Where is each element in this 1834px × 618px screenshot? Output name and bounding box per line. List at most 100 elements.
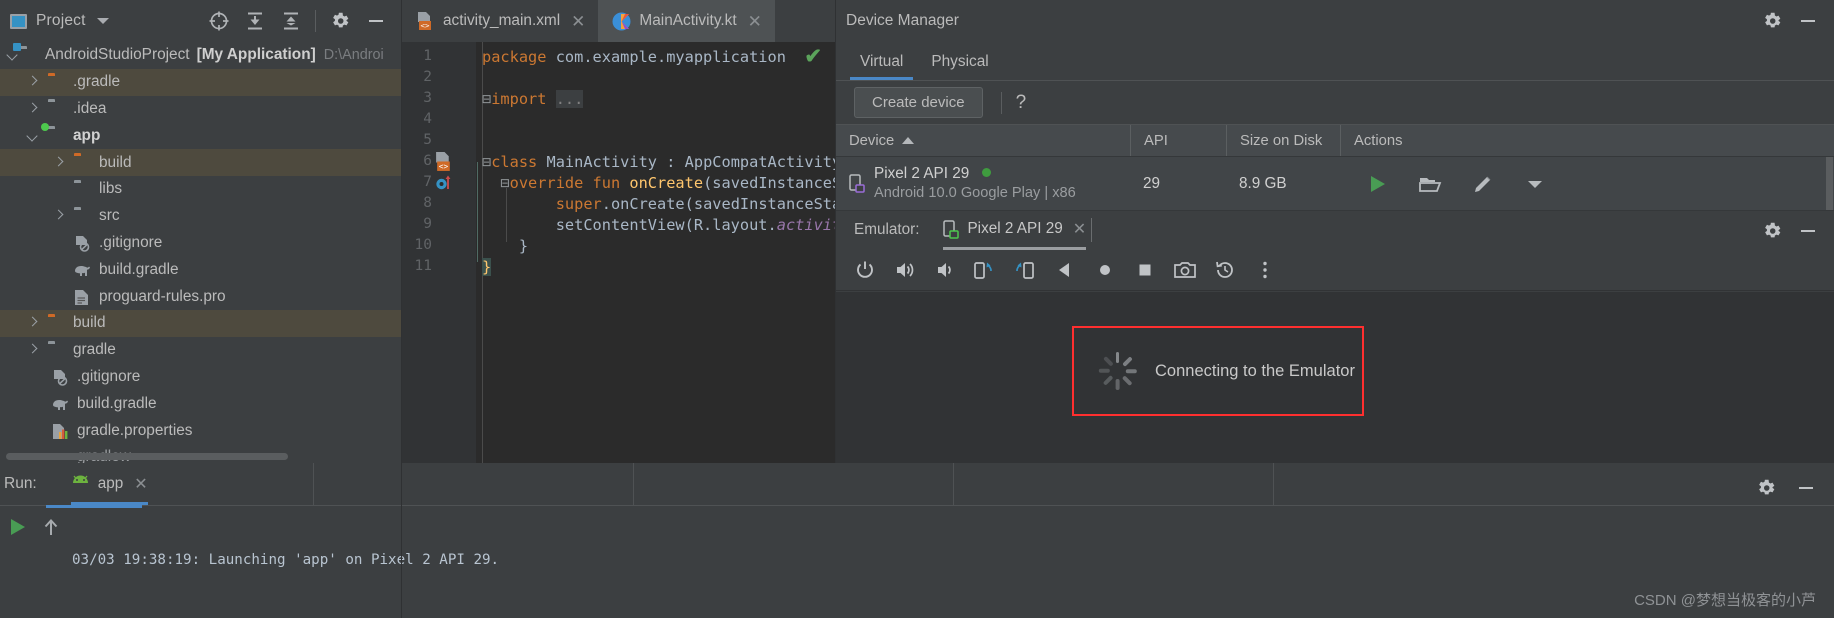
project-tree-hscrollbar[interactable] bbox=[6, 453, 288, 460]
tab-virtual[interactable]: Virtual bbox=[846, 53, 917, 80]
chevron-right-icon[interactable] bbox=[26, 75, 40, 89]
rotate-left-icon[interactable] bbox=[970, 255, 1000, 285]
editor-tab-activity-main-xml[interactable]: <> activity_main.xml ✕ bbox=[402, 0, 598, 42]
rerun-play-icon[interactable] bbox=[6, 516, 28, 543]
settings-gear-icon[interactable] bbox=[322, 3, 358, 39]
dropdown-chevron-icon[interactable] bbox=[1524, 173, 1546, 195]
tree-row-androidstudioproject[interactable]: AndroidStudioProject [My Application] D:… bbox=[0, 42, 402, 69]
project-tree[interactable]: AndroidStudioProject [My Application] D:… bbox=[0, 42, 402, 463]
volume-up-icon[interactable] bbox=[890, 255, 920, 285]
collapse-all-icon[interactable] bbox=[273, 3, 309, 39]
column-header-size-on-disk[interactable]: Size on Disk bbox=[1226, 125, 1340, 156]
svg-text:<>: <> bbox=[421, 21, 430, 30]
tree-row-app-build[interactable]: build bbox=[0, 149, 402, 176]
volume-down-icon[interactable] bbox=[930, 255, 960, 285]
line-number: 1 bbox=[423, 48, 432, 64]
device-table-scrollbar[interactable] bbox=[1826, 157, 1833, 210]
column-header-api[interactable]: API bbox=[1130, 125, 1226, 156]
device-table-row[interactable]: Pixel 2 API 29 Android 10.0 Google Play … bbox=[836, 157, 1834, 210]
minimize-icon[interactable] bbox=[1788, 470, 1824, 506]
rotate-right-icon[interactable] bbox=[1010, 255, 1040, 285]
inspection-status-ok-icon[interactable]: ✔ bbox=[804, 44, 822, 69]
help-icon[interactable]: ? bbox=[1016, 92, 1027, 114]
close-icon[interactable]: ✕ bbox=[571, 13, 585, 30]
override-method-gutter-icon[interactable] bbox=[434, 173, 454, 193]
run-console[interactable]: 03/03 19:38:19: Launching 'app' on Pixel… bbox=[0, 506, 1834, 618]
emulator-display-area[interactable]: Connecting to the Emulator bbox=[836, 292, 1834, 463]
tree-row-app-buildgradle[interactable]: build.gradle bbox=[0, 256, 402, 283]
tree-row-app[interactable]: app bbox=[0, 122, 402, 149]
tree-row-gradle-dot[interactable]: .gradle bbox=[0, 68, 402, 96]
run-tab-app[interactable]: app ✕ bbox=[70, 463, 148, 505]
emulator-label: Emulator: bbox=[854, 221, 920, 238]
column-header-device[interactable]: Device bbox=[836, 125, 1130, 156]
tree-row-gradle-properties[interactable]: gradle.properties bbox=[0, 417, 402, 444]
chevron-right-icon[interactable] bbox=[26, 343, 40, 357]
folder-open-icon[interactable] bbox=[1418, 173, 1442, 195]
tree-row-root-gitignore[interactable]: .gitignore bbox=[0, 364, 402, 391]
tree-row-libs[interactable]: libs bbox=[0, 176, 402, 203]
overview-icon[interactable] bbox=[1130, 255, 1160, 285]
back-icon[interactable] bbox=[1050, 255, 1080, 285]
expand-all-icon[interactable] bbox=[237, 3, 273, 39]
emulator-tab-pixel-2-api-29[interactable]: Pixel 2 API 29 ✕ bbox=[943, 219, 1086, 250]
scroll-up-icon[interactable] bbox=[40, 516, 62, 543]
run-icon[interactable] bbox=[1366, 173, 1388, 195]
sort-ascending-icon bbox=[902, 137, 915, 144]
layout-preview-gutter-icon[interactable]: <> bbox=[434, 152, 454, 172]
minimize-icon[interactable] bbox=[358, 3, 394, 39]
create-device-button[interactable]: Create device bbox=[854, 87, 983, 118]
chevron-right-icon[interactable] bbox=[52, 156, 66, 170]
minimize-icon[interactable] bbox=[1790, 213, 1826, 249]
tree-row-app-gitignore[interactable]: .gitignore bbox=[0, 230, 402, 257]
more-vertical-icon[interactable] bbox=[1250, 255, 1280, 285]
tree-row-src[interactable]: src bbox=[0, 203, 402, 230]
run-tab-label: app bbox=[97, 475, 124, 492]
chevron-right-icon[interactable] bbox=[26, 102, 40, 116]
device-size-cell: 8.9 GB bbox=[1239, 174, 1287, 192]
folder-module-icon bbox=[20, 48, 38, 63]
tree-row-idea[interactable]: .idea bbox=[0, 96, 402, 123]
tree-row-proguard[interactable]: proguard-rules.pro bbox=[0, 283, 402, 310]
device-detail: Android 10.0 Google Play | x86 bbox=[874, 185, 1076, 202]
settings-gear-icon[interactable] bbox=[1754, 3, 1790, 39]
line-number: 8 bbox=[423, 195, 432, 211]
tree-label: .gradle bbox=[73, 73, 121, 91]
close-icon[interactable]: ✕ bbox=[748, 13, 762, 30]
loading-spinner-icon bbox=[1096, 350, 1138, 392]
chevron-down-icon[interactable] bbox=[96, 18, 109, 24]
panel-divider[interactable] bbox=[401, 0, 402, 618]
kotlin-icon bbox=[612, 12, 631, 31]
tree-label-path: D:\Androi bbox=[323, 47, 384, 64]
device-api-cell: 29 bbox=[1143, 174, 1161, 192]
history-icon[interactable] bbox=[1210, 255, 1240, 285]
chevron-right-icon[interactable] bbox=[52, 209, 66, 223]
tree-row-root-build[interactable]: build bbox=[0, 309, 402, 337]
screenshot-icon[interactable] bbox=[1170, 255, 1200, 285]
minimize-icon[interactable] bbox=[1790, 3, 1826, 39]
line-number: 4 bbox=[423, 111, 432, 127]
power-icon[interactable] bbox=[850, 255, 880, 285]
tree-row-root-buildgradle[interactable]: build.gradle bbox=[0, 390, 402, 417]
tree-row-root-gradle[interactable]: gradle bbox=[0, 337, 402, 364]
close-icon[interactable]: ✕ bbox=[1073, 219, 1086, 239]
panel-divider[interactable] bbox=[835, 0, 836, 463]
edit-pencil-icon[interactable] bbox=[1472, 173, 1494, 195]
chevron-right-icon[interactable] bbox=[26, 316, 40, 330]
device-manager-toolbar: Create device ? bbox=[836, 81, 1834, 124]
run-console-text: 03/03 19:38:19: Launching 'app' on Pixel… bbox=[72, 552, 500, 568]
editor-tab-mainactivity-kt[interactable]: MainActivity.kt ✕ bbox=[598, 0, 775, 42]
settings-gear-icon[interactable] bbox=[1754, 213, 1790, 249]
close-icon[interactable]: ✕ bbox=[134, 474, 147, 494]
locate-icon[interactable] bbox=[201, 3, 237, 39]
column-header-actions[interactable]: Actions bbox=[1340, 125, 1834, 156]
tree-label: .gitignore bbox=[99, 233, 163, 251]
tree-label: .idea bbox=[73, 99, 107, 117]
column-label: Actions bbox=[1354, 132, 1403, 149]
editor-gutter[interactable]: 1 2 3 4 5 6 7 8 9 10 11 <> bbox=[402, 42, 476, 463]
chevron-down-icon[interactable] bbox=[26, 129, 40, 143]
folder-grey-icon bbox=[48, 343, 66, 358]
home-icon[interactable] bbox=[1090, 255, 1120, 285]
settings-gear-icon[interactable] bbox=[1748, 470, 1784, 506]
tab-physical[interactable]: Physical bbox=[917, 53, 1002, 80]
